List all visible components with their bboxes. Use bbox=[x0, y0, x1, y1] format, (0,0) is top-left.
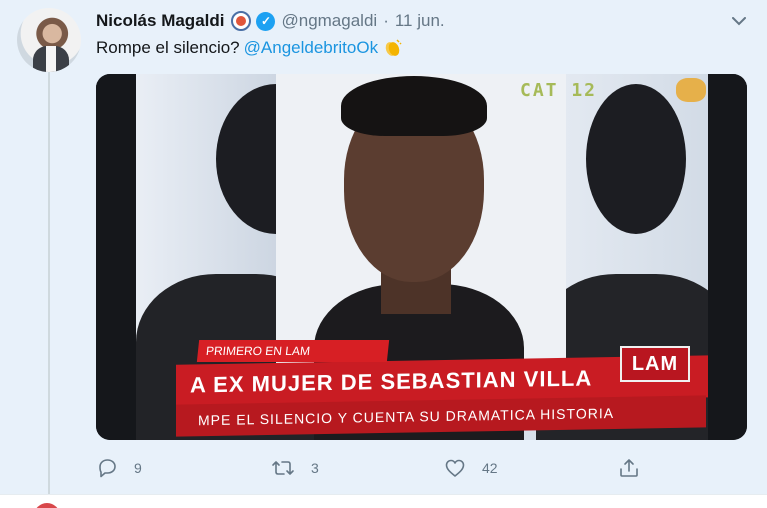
person-hair bbox=[341, 76, 487, 136]
tv-frame-right bbox=[708, 74, 747, 440]
tweet-actions: 9 3 42 bbox=[96, 456, 656, 480]
tweet-header: Nicolás Magaldi ✓ @ngmagaldi · 11 jun. bbox=[96, 10, 445, 32]
bg-right-head bbox=[586, 84, 686, 234]
tweet-media-image[interactable]: CAT 12 A EX MUJER DE SEBASTIAN VILLA PRI… bbox=[96, 74, 747, 440]
share-icon bbox=[618, 457, 640, 479]
corner-logo-decoration bbox=[676, 78, 706, 102]
like-count: 42 bbox=[482, 460, 498, 476]
tweet-card[interactable]: Nicolás Magaldi ✓ @ngmagaldi · 11 jun. R… bbox=[0, 0, 767, 494]
separator-dot: · bbox=[383, 11, 389, 30]
emoji-badge-icon bbox=[231, 11, 252, 31]
mention-link[interactable]: @AngeldebritoOk bbox=[244, 38, 378, 58]
author-avatar[interactable] bbox=[17, 8, 81, 72]
avatar-shirt bbox=[46, 46, 56, 72]
reply-count: 9 bbox=[134, 460, 142, 476]
tv-screen: CAT 12 A EX MUJER DE SEBASTIAN VILLA PRI… bbox=[136, 74, 708, 440]
retweet-icon bbox=[271, 457, 295, 479]
chevron-down-icon[interactable] bbox=[730, 12, 748, 30]
banner-tag: PRIMERO EN LAM bbox=[196, 340, 390, 362]
thread-line bbox=[48, 72, 50, 494]
reply-button[interactable]: 9 bbox=[96, 456, 142, 480]
author-handle[interactable]: @ngmagaldi bbox=[281, 11, 377, 31]
tweet-body-text: Rompe el silencio? bbox=[96, 38, 240, 57]
like-button[interactable]: 42 bbox=[444, 456, 498, 480]
tweet-text: Rompe el silencio? @AngeldebritoOk bbox=[96, 38, 402, 58]
clapping-hands-icon bbox=[382, 38, 402, 58]
reply-icon bbox=[96, 457, 118, 479]
next-tweet-peek bbox=[0, 494, 767, 508]
retweet-button[interactable]: 3 bbox=[271, 456, 319, 480]
tweet-date[interactable]: 11 jun. bbox=[395, 11, 445, 31]
author-name[interactable]: Nicolás Magaldi bbox=[96, 11, 224, 31]
verified-badge-icon: ✓ bbox=[256, 11, 276, 31]
banner-logo: LAM bbox=[620, 346, 690, 382]
retweet-count: 3 bbox=[311, 460, 319, 476]
channel-logo: CAT 12 bbox=[520, 80, 598, 101]
share-button[interactable] bbox=[618, 456, 640, 480]
tv-frame-left bbox=[96, 74, 136, 440]
like-icon bbox=[444, 457, 466, 479]
